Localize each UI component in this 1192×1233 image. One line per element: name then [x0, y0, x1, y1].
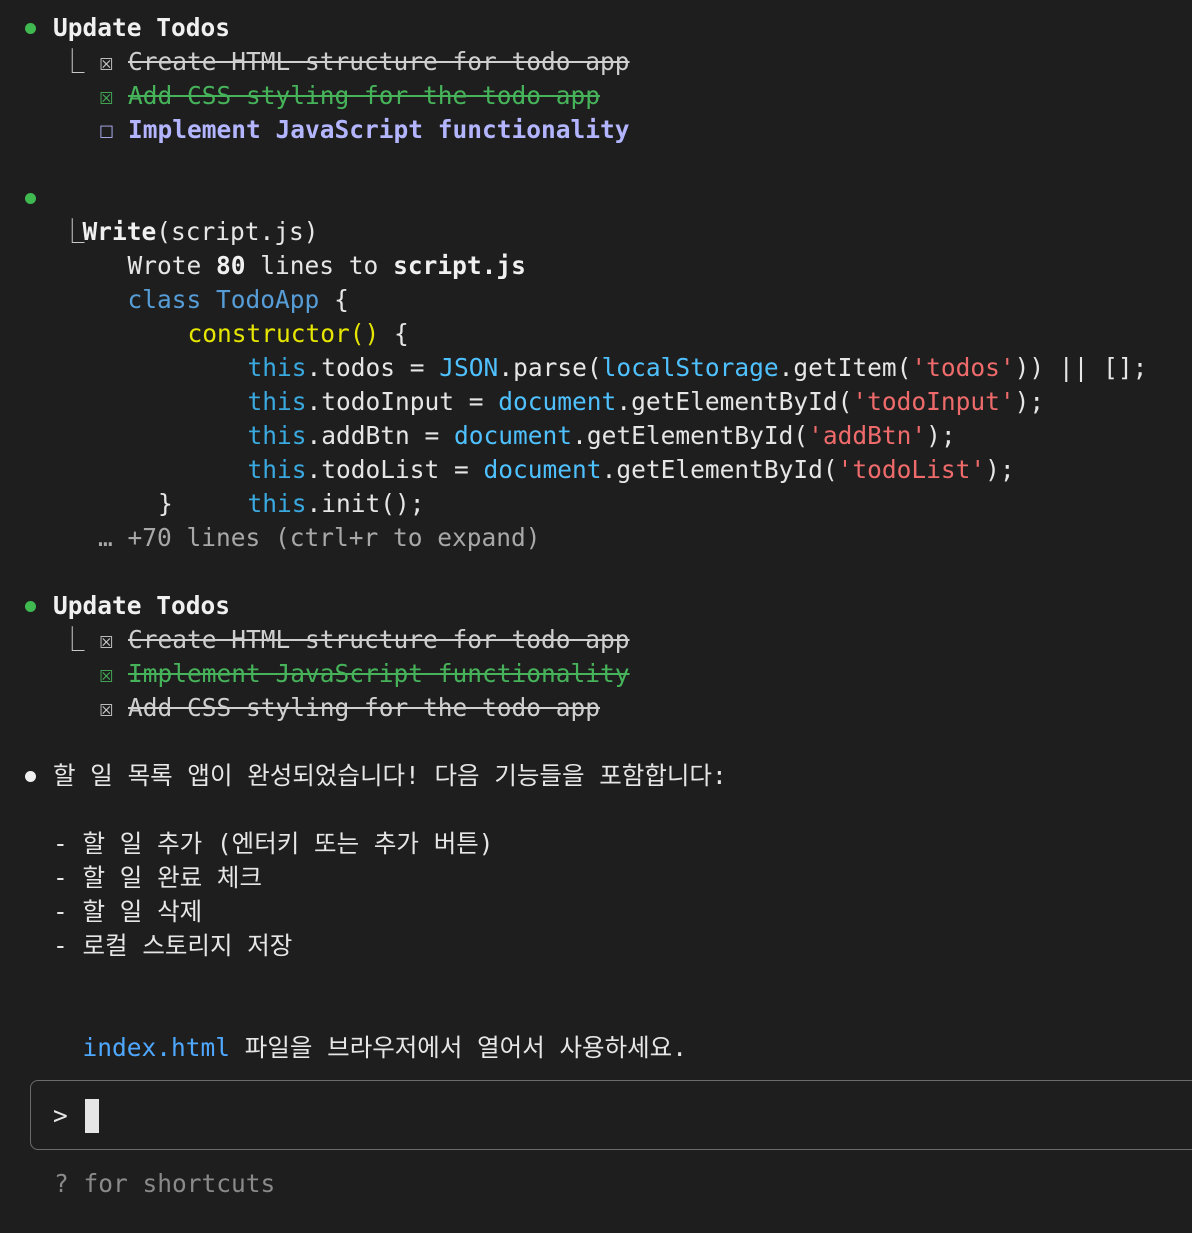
checked-box-icon: ☒ [99, 659, 114, 688]
code-line: constructor() { [158, 283, 409, 348]
todo-item-completed: Add CSS styling for the todo app [128, 693, 601, 722]
code-line: this.todoInput = document.getElementById… [218, 351, 1045, 416]
message-dot [25, 771, 36, 782]
tree-connector-icon: ⎿ [60, 47, 85, 76]
shortcuts-hint: ? for shortcuts [54, 1169, 276, 1198]
tree-connector-icon: ⎿ [60, 217, 85, 246]
todo-item-just-completed: Add CSS styling for the todo app [128, 81, 601, 110]
code-this: this [247, 489, 307, 518]
footer-text: 파일을 브라우저에서 열어서 사용하세요. [230, 1033, 687, 1062]
code-text: .init(); [306, 489, 425, 518]
expand-more-lines[interactable]: … +70 lines (ctrl+r to expand) [98, 521, 541, 555]
unchecked-box-icon: ☐ [99, 115, 114, 144]
todo-item-completed: Create HTML structure for todo app [128, 625, 630, 654]
code-line: this.todoList = document.getElementById(… [218, 419, 1015, 484]
feature-item: - 할 일 삭제 [53, 897, 203, 926]
feature-item: - 할 일 완료 체크 [53, 863, 262, 892]
tree-connector-icon: ⎿ [60, 625, 85, 654]
code-line: this.todos = JSON.parse(localStorage.get… [218, 317, 1148, 382]
tool-title: Update Todos [53, 13, 231, 42]
prompt-input-box[interactable]: > [30, 1080, 1192, 1150]
code-line: class TodoApp { [98, 249, 349, 314]
code-line: this.addBtn = document.getElementById('a… [218, 385, 956, 450]
feature-item: - 할 일 추가 (엔터키 또는 추가 버튼) [53, 829, 494, 858]
checked-box-icon: ☒ [99, 625, 114, 654]
file-link[interactable]: index.html [83, 1033, 231, 1062]
checked-box-icon: ☒ [99, 47, 114, 76]
code-line: this.init(); [218, 453, 425, 518]
checked-box-icon: ☒ [99, 693, 114, 722]
tool-title: Update Todos [53, 591, 231, 620]
message-headline: 할 일 목록 앱이 완성되었습니다! 다음 기능들을 포함합니다: [53, 761, 727, 790]
tool-status-dot [25, 23, 36, 34]
code-text: ); [985, 455, 1015, 484]
text-cursor [85, 1099, 99, 1133]
todo-item-completed: Create HTML structure for todo app [128, 47, 630, 76]
code-text: .getElementById( [601, 455, 838, 484]
todo-item-just-completed: Implement JavaScript functionality [128, 659, 630, 688]
tool-status-dot [25, 193, 36, 204]
prompt-chevron-icon: > [53, 1101, 68, 1130]
tool-status-dot [25, 601, 36, 612]
code-object: document [483, 455, 602, 484]
feature-item: - 로컬 스토리지 저장 [53, 931, 293, 960]
tool-call-header: Write(script.js) [53, 181, 319, 246]
todo-item-pending: Implement JavaScript functionality [128, 115, 630, 144]
code-text: ); [1014, 387, 1045, 416]
summary-file: script.js [393, 251, 526, 280]
checked-box-icon: ☒ [99, 81, 114, 110]
code-line: } [158, 489, 173, 518]
message-footer: index.html 파일을 브라우저에서 열어서 사용하세요. [53, 997, 687, 1062]
code-string: 'todoList' [837, 455, 986, 484]
write-summary: Wrote 80 lines to script.js [98, 215, 526, 280]
